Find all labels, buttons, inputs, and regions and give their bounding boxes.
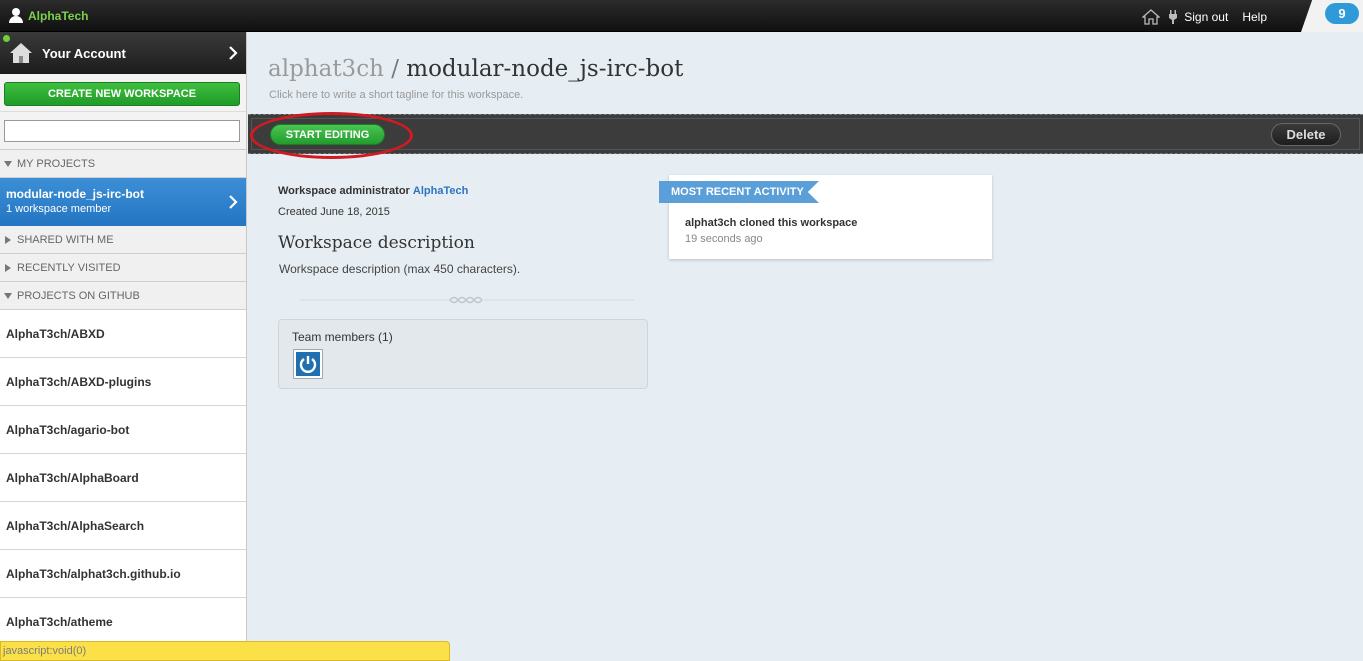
highlight-annotation-circle: [250, 112, 413, 159]
triangle-down-icon: [4, 292, 12, 299]
activity-time: 19 seconds ago: [685, 233, 763, 245]
github-project-item[interactable]: AlphaT3ch/AlphaSearch: [0, 502, 246, 550]
project-member-count: 1 workspace member: [6, 203, 112, 215]
github-project-item[interactable]: AlphaT3ch/ABXD: [0, 310, 246, 358]
sign-out-link[interactable]: Sign out: [1184, 10, 1228, 24]
your-account-label: Your Account: [42, 45, 126, 61]
team-members-label: Team members (1): [292, 330, 393, 344]
triangle-down-icon: [4, 160, 12, 167]
online-status-dot: [3, 35, 10, 42]
main-content: alphat3ch / modular-node_js-irc-bot Clic…: [248, 32, 1363, 661]
notifications-area: 9: [1301, 0, 1363, 32]
your-account-row[interactable]: Your Account: [0, 32, 246, 74]
workspace-owner[interactable]: alphat3ch: [268, 56, 384, 82]
project-name: modular-node_js-irc-bot: [6, 187, 145, 201]
brand[interactable]: AlphaTech: [9, 8, 88, 23]
workspace-toolbar: START EDITING Delete: [248, 112, 1363, 159]
admin-line: Workspace administrator AlphaTech: [278, 185, 520, 197]
delete-button[interactable]: Delete: [1271, 123, 1341, 146]
notification-cloud-badge[interactable]: 9: [1325, 3, 1359, 24]
project-item-active[interactable]: modular-node_js-irc-bot 1 workspace memb…: [0, 178, 246, 226]
title-separator: /: [391, 56, 399, 82]
chevron-right-icon: [229, 46, 238, 60]
plug-icon: [1169, 10, 1178, 24]
top-nav: Sign out Help: [1142, 9, 1267, 25]
member-avatar[interactable]: [294, 350, 322, 378]
ornament-divider: [300, 296, 634, 304]
top-bar: AlphaTech Sign out Help 9: [0, 0, 1363, 32]
activity-ribbon: MOST RECENT ACTIVITY: [659, 181, 819, 203]
admin-label: Workspace administrator: [278, 185, 410, 197]
github-project-item[interactable]: AlphaT3ch/agario-bot: [0, 406, 246, 454]
create-new-workspace-button[interactable]: CREATE NEW WORKSPACE: [4, 82, 240, 106]
browser-status-bar: javascript:void(0): [0, 641, 450, 661]
team-members-box: Team members (1): [278, 319, 648, 389]
created-date: Created June 18, 2015: [278, 206, 390, 218]
section-label: MY PROJECTS: [17, 157, 96, 170]
search-input[interactable]: [4, 120, 240, 142]
brand-name[interactable]: AlphaTech: [28, 9, 88, 23]
github-project-item[interactable]: AlphaT3ch/AlphaBoard: [0, 454, 246, 502]
section-label: RECENTLY VISITED: [17, 261, 121, 274]
github-project-item[interactable]: AlphaT3ch/atheme: [0, 598, 246, 646]
admin-link[interactable]: AlphaTech: [413, 185, 468, 197]
recent-activity-card: MOST RECENT ACTIVITY alphat3ch cloned th…: [659, 175, 992, 259]
workspace-title: alphat3ch / modular-node_js-irc-bot: [268, 56, 683, 82]
create-workspace-row: CREATE NEW WORKSPACE: [0, 74, 246, 112]
user-icon: [9, 8, 23, 23]
power-icon: [299, 356, 317, 373]
search-row: [0, 112, 246, 150]
sidebar: Your Account CREATE NEW WORKSPACE MY PRO…: [0, 32, 247, 661]
workspace-tagline[interactable]: Click here to write a short tagline for …: [269, 89, 523, 101]
description-heading: Workspace description: [278, 233, 475, 253]
github-project-item[interactable]: AlphaT3ch/ABXD-plugins: [0, 358, 246, 406]
section-shared-with-me[interactable]: SHARED WITH ME: [0, 226, 246, 254]
section-recently-visited[interactable]: RECENTLY VISITED: [0, 254, 246, 282]
home-icon: [10, 43, 32, 63]
workspace-info: Workspace administrator AlphaTech Create…: [278, 185, 520, 276]
help-link[interactable]: Help: [1242, 10, 1267, 24]
github-project-item[interactable]: AlphaT3ch/alphat3ch.github.io: [0, 550, 246, 598]
workspace-name: modular-node_js-irc-bot: [406, 56, 684, 82]
triangle-right-icon: [5, 235, 11, 244]
home-icon[interactable]: [1142, 9, 1161, 25]
triangle-right-icon: [5, 263, 11, 272]
description-text[interactable]: Workspace description (max 450 character…: [279, 262, 520, 276]
section-projects-on-github[interactable]: PROJECTS ON GITHUB: [0, 282, 246, 310]
section-label: SHARED WITH ME: [17, 233, 114, 246]
section-my-projects[interactable]: MY PROJECTS: [0, 150, 246, 178]
section-label: PROJECTS ON GITHUB: [17, 289, 140, 302]
chevron-right-icon: [229, 195, 238, 209]
activity-text: alphat3ch cloned this workspace: [685, 217, 858, 229]
